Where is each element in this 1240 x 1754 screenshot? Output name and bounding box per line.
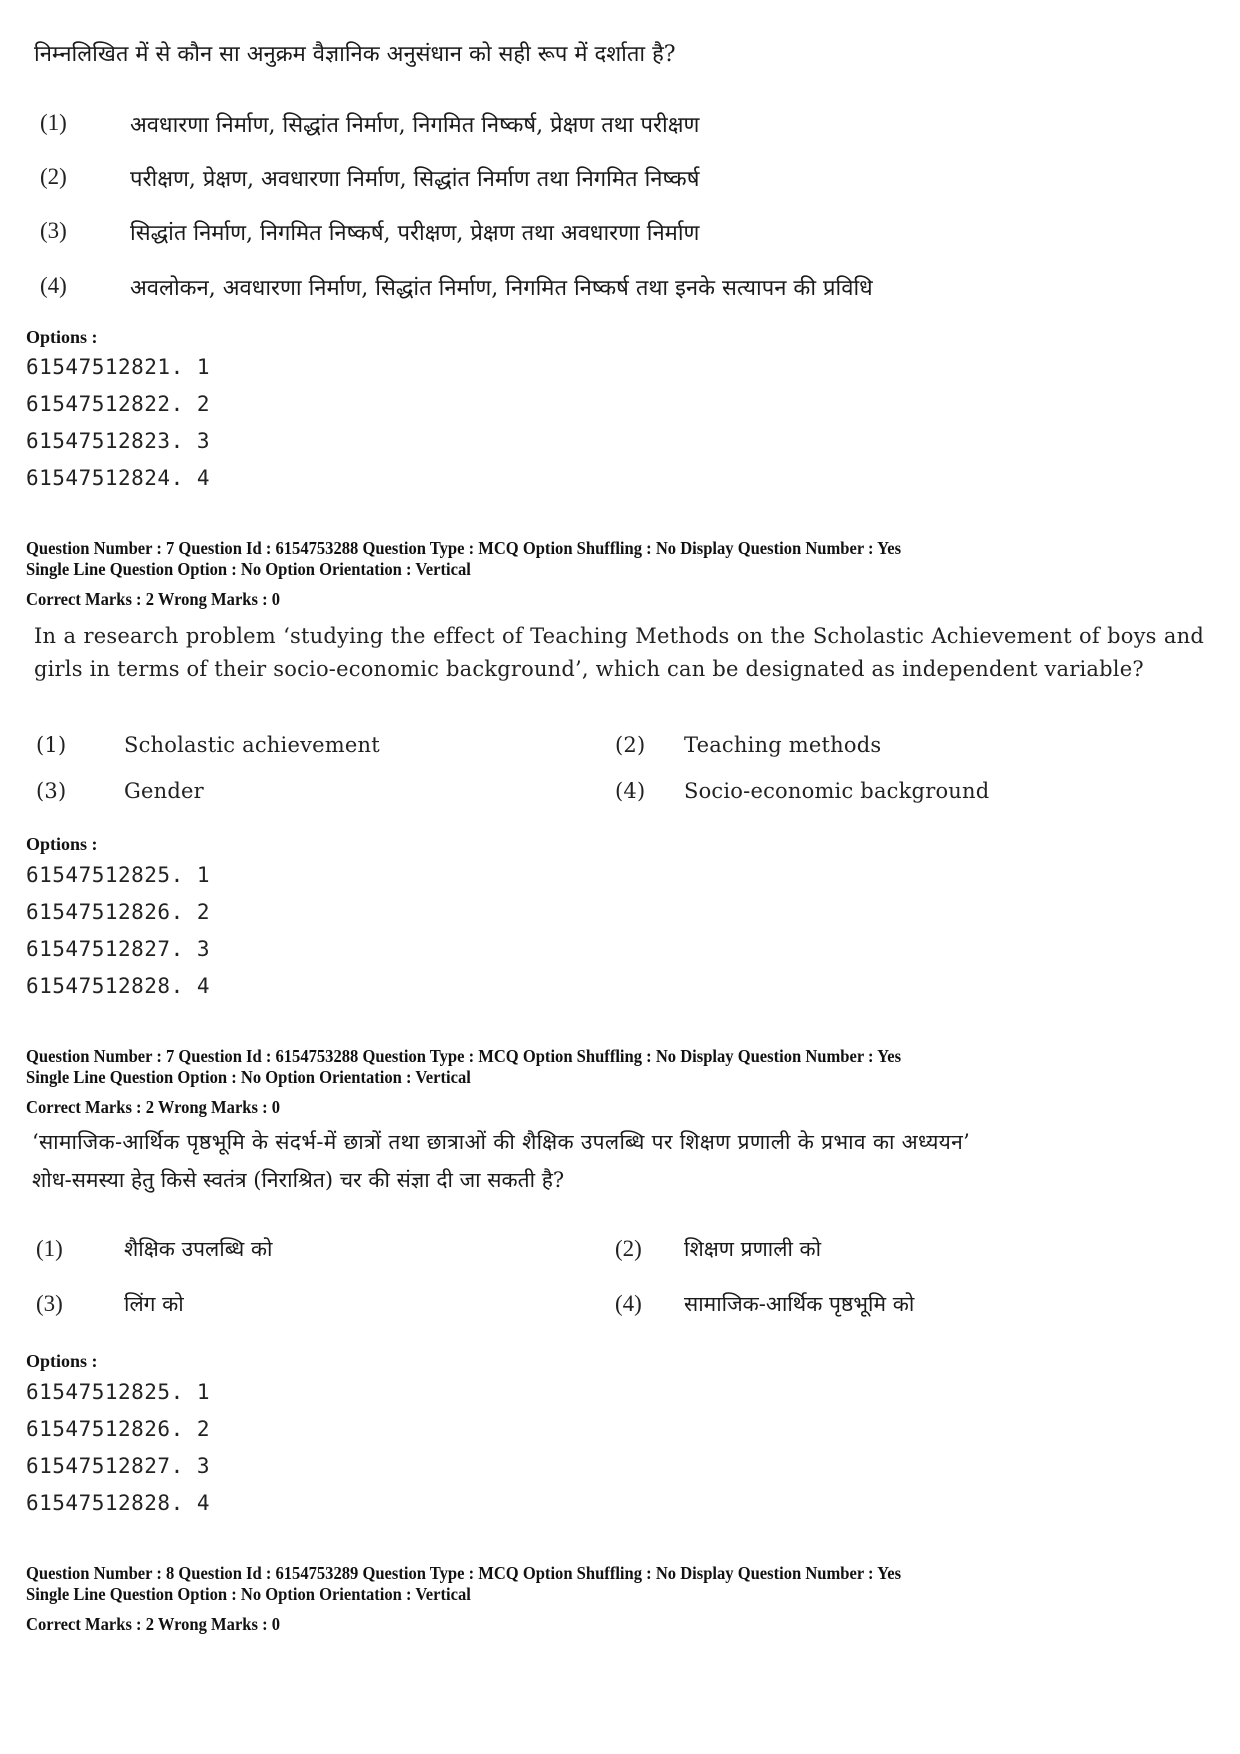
options-label: Options : [26,327,98,347]
choice-number: (1) [36,1236,63,1261]
question-meta-line2: Single Line Question Option : No Option … [26,1584,471,1604]
choice-text: Gender [124,779,204,803]
choice-text: शैक्षिक उपलब्धि को [124,1237,273,1261]
choice-text: Teaching methods [684,733,882,757]
choice-text: सामाजिक-आर्थिक पृष्ठभूमि को [684,1292,915,1316]
choice-number: (2) [40,164,67,189]
choice-number: (3) [36,1291,63,1316]
option-id: 61547512828. 4 [26,974,211,998]
question-meta-line2: Single Line Question Option : No Option … [26,1067,471,1087]
option-id: 61547512825. 1 [26,863,211,887]
option-id: 61547512827. 3 [26,1454,211,1478]
choice-number: (2) [615,1236,642,1261]
choice-number: (1) [40,110,67,135]
choice-number: (2) [615,733,646,757]
question-meta-line2: Single Line Question Option : No Option … [26,559,471,579]
choice-text: लिंग को [124,1292,184,1316]
question-meta-line1: Question Number : 7 Question Id : 615475… [26,538,902,558]
question-meta-line1: Question Number : 8 Question Id : 615475… [26,1563,902,1583]
question-text: In a research problem ‘studying the effe… [34,624,1204,681]
question-text-line1: ‘सामाजिक-आर्थिक पृष्ठभूमि के संदर्भ-में … [32,1130,971,1154]
question-marks: Correct Marks : 2 Wrong Marks : 0 [26,1614,281,1634]
question-meta-line1: Question Number : 7 Question Id : 615475… [26,1046,902,1066]
choice-text: अवलोकन, अवधारणा निर्माण, सिद्धांत निर्मा… [130,276,873,301]
options-label: Options : [26,834,98,854]
choice-number: (1) [36,733,67,757]
choice-text: Scholastic achievement [124,733,380,757]
choice-text: Socio-economic background [684,779,990,803]
question-marks: Correct Marks : 2 Wrong Marks : 0 [26,1097,281,1117]
choice-number: (3) [40,218,67,243]
question-marks: Correct Marks : 2 Wrong Marks : 0 [26,589,281,609]
option-id: 61547512828. 4 [26,1491,211,1515]
option-id: 61547512826. 2 [26,1417,211,1441]
option-id: 61547512826. 2 [26,900,211,924]
option-id: 61547512824. 4 [26,466,211,490]
option-id: 61547512825. 1 [26,1380,211,1404]
option-id: 61547512822. 2 [26,392,211,416]
choice-number: (4) [615,1291,642,1316]
options-label: Options : [26,1351,98,1371]
choice-number: (4) [40,273,67,298]
choice-text: अवधारणा निर्माण, सिद्धांत निर्माण, निगमि… [130,113,700,138]
choice-text: शिक्षण प्रणाली को [684,1237,822,1261]
option-id: 61547512821. 1 [26,355,211,379]
choice-text: परीक्षण, प्रेक्षण, अवधारणा निर्माण, सिद्… [130,167,700,192]
choice-number: (4) [615,779,646,803]
option-id: 61547512823. 3 [26,429,211,453]
question-text-line2: शोध-समस्या हेतु किसे स्वतंत्र (निराश्रित… [32,1168,565,1192]
question-text: निम्नलिखित में से कौन सा अनुक्रम वैज्ञान… [34,42,676,67]
choice-text: सिद्धांत निर्माण, निगमित निष्कर्ष, परीक्… [130,221,700,246]
choice-number: (3) [36,779,67,803]
option-id: 61547512827. 3 [26,937,211,961]
